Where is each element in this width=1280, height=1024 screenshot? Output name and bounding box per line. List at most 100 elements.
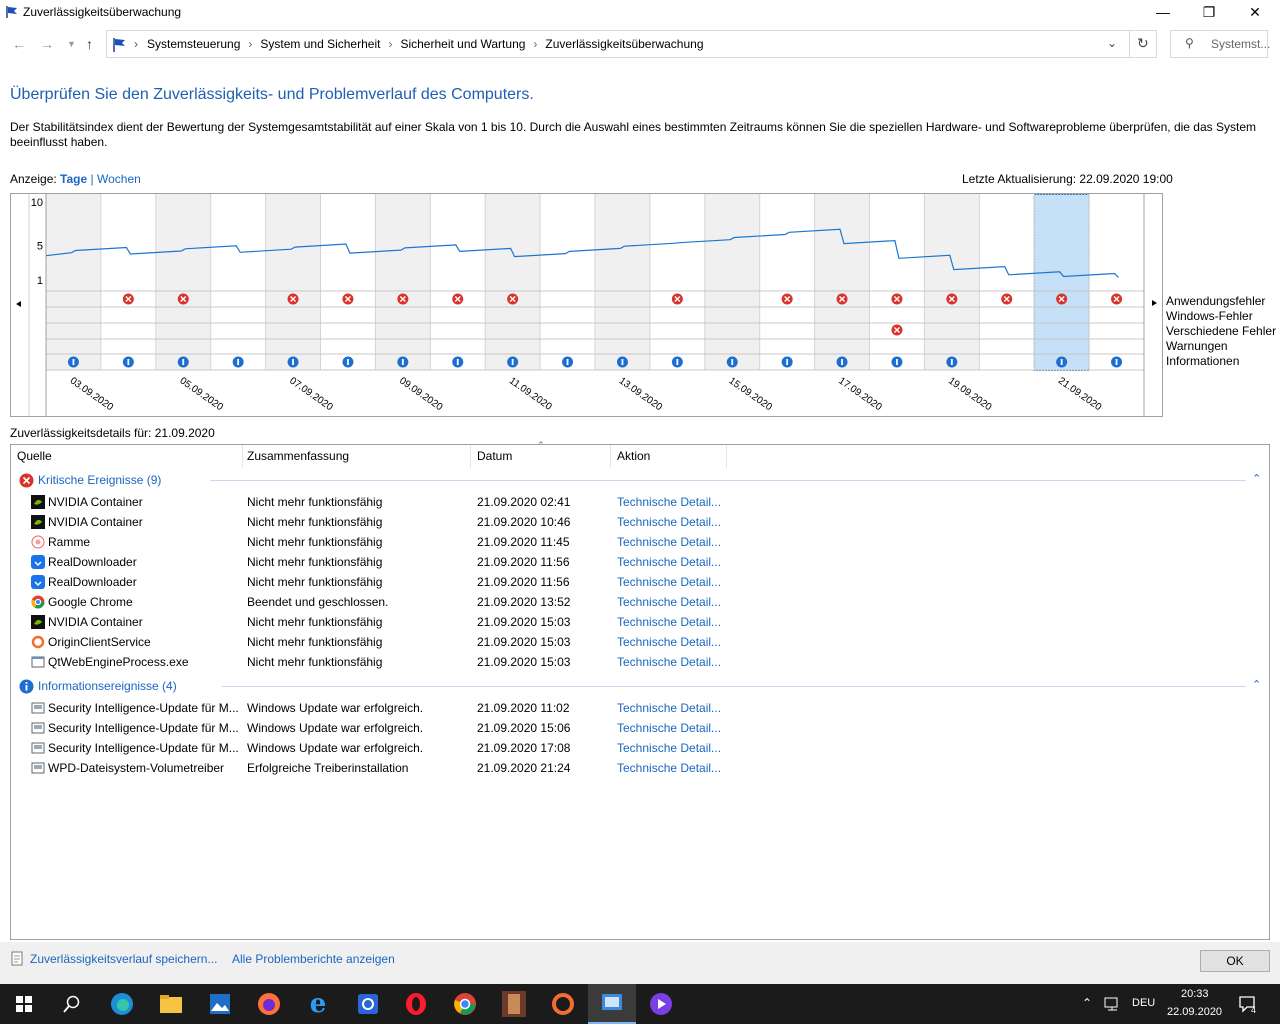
maximize-button[interactable]: ❐ xyxy=(1186,0,1232,24)
app-error-event-icon[interactable] xyxy=(1056,293,1068,305)
view-weeks-link[interactable]: Wochen xyxy=(97,172,141,186)
search-box[interactable]: ⚲ Systemst... xyxy=(1170,30,1270,58)
app-error-event-icon[interactable] xyxy=(946,293,958,305)
view-days-link[interactable]: Tage xyxy=(60,172,87,186)
all-problem-reports-link[interactable]: Alle Problemberichte anzeigen xyxy=(232,952,395,966)
collapse-group-icon[interactable]: ⌃ xyxy=(1252,472,1261,485)
taskbar-reliability-monitor[interactable] xyxy=(588,984,636,1024)
language-indicator[interactable]: DEU xyxy=(1132,997,1155,1009)
table-row[interactable]: NVIDIA Container Nicht mehr funktionsfähi… xyxy=(11,512,1269,532)
app-error-event-icon[interactable] xyxy=(122,293,134,305)
taskbar-photos[interactable] xyxy=(196,984,244,1024)
chart-day-column[interactable] xyxy=(485,194,541,370)
forward-icon[interactable]: → xyxy=(40,36,54,52)
table-row[interactable]: Security Intelligence-Update für M... Win… xyxy=(11,698,1269,718)
up-icon[interactable]: ↑ xyxy=(86,36,93,52)
info-event-icon[interactable] xyxy=(946,356,958,368)
info-event-icon[interactable] xyxy=(616,356,628,368)
taskbar-ie[interactable]: e xyxy=(294,984,342,1024)
row-action-link[interactable]: Technische Detail... xyxy=(617,575,727,589)
column-header-summary[interactable]: Zusammenfassung xyxy=(241,445,471,468)
table-row[interactable]: RealDownloader Nicht mehr funktionsfähig 2… xyxy=(11,572,1269,592)
minimize-button[interactable]: — xyxy=(1140,0,1186,24)
info-event-icon[interactable] xyxy=(122,356,134,368)
search-input[interactable]: Systemst... xyxy=(1211,37,1270,51)
info-event-icon[interactable] xyxy=(781,356,793,368)
chart-day-column[interactable] xyxy=(210,194,266,370)
row-action-link[interactable]: Technische Detail... xyxy=(617,595,727,609)
chart-day-column[interactable] xyxy=(1034,194,1090,370)
taskbar-app-blue[interactable] xyxy=(344,984,392,1024)
app-error-event-icon[interactable] xyxy=(342,293,354,305)
chart-day-column[interactable] xyxy=(320,194,376,370)
chart-day-column[interactable] xyxy=(649,194,705,370)
info-event-icon[interactable] xyxy=(562,356,574,368)
info-event-icon[interactable] xyxy=(1056,356,1068,368)
chart-day-column[interactable] xyxy=(1089,194,1144,370)
chart-day-column[interactable] xyxy=(375,194,431,370)
chart-day-column[interactable] xyxy=(430,194,486,370)
table-row[interactable]: QtWebEngineProcess.exe Nicht mehr funktio… xyxy=(11,652,1269,672)
breadcrumb-item[interactable]: Zuverlässigkeitsüberwachung xyxy=(545,37,703,51)
misc-error-event-icon[interactable] xyxy=(891,324,903,336)
chart-day-column[interactable] xyxy=(979,194,1035,370)
table-row[interactable]: Security Intelligence-Update für M... Win… xyxy=(11,738,1269,758)
app-error-event-icon[interactable] xyxy=(287,293,299,305)
start-button[interactable] xyxy=(0,984,48,1024)
recent-chevron-icon[interactable]: ▼ xyxy=(67,39,76,49)
app-error-event-icon[interactable] xyxy=(177,293,189,305)
info-event-icon[interactable] xyxy=(342,356,354,368)
chart-day-column[interactable] xyxy=(540,194,595,370)
table-row[interactable]: NVIDIA Container Nicht mehr funktionsfähi… xyxy=(11,612,1269,632)
row-action-link[interactable]: Technische Detail... xyxy=(617,495,727,509)
info-event-icon[interactable] xyxy=(836,356,848,368)
taskbar-search-button[interactable] xyxy=(48,984,96,1024)
breadcrumb-item[interactable]: System und Sicherheit xyxy=(260,37,380,51)
table-row[interactable]: Google Chrome Beendet und geschlossen. 21.… xyxy=(11,592,1269,612)
chart-day-column[interactable] xyxy=(814,194,870,370)
taskbar-chrome[interactable] xyxy=(441,984,489,1024)
column-header-source[interactable]: Quelle xyxy=(11,445,243,468)
app-error-event-icon[interactable] xyxy=(671,293,683,305)
breadcrumb-item[interactable]: Sicherheit und Wartung xyxy=(400,37,525,51)
chart-scroll-left-icon[interactable] xyxy=(16,301,21,307)
app-error-event-icon[interactable] xyxy=(507,293,519,305)
row-action-link[interactable]: Technische Detail... xyxy=(617,515,727,529)
info-event-icon[interactable] xyxy=(671,356,683,368)
collapse-group-icon[interactable]: ⌃ xyxy=(1252,678,1261,691)
info-event-icon[interactable] xyxy=(452,356,464,368)
chart-day-column[interactable] xyxy=(595,194,650,370)
tray-chevron-icon[interactable]: ⌃ xyxy=(1082,996,1092,1010)
app-error-event-icon[interactable] xyxy=(781,293,793,305)
chart-day-column[interactable] xyxy=(704,194,760,370)
info-event-icon[interactable] xyxy=(726,356,738,368)
info-event-icon[interactable] xyxy=(507,356,519,368)
app-error-event-icon[interactable] xyxy=(891,293,903,305)
taskbar-opera[interactable] xyxy=(392,984,440,1024)
row-action-link[interactable]: Technische Detail... xyxy=(617,761,727,775)
table-row[interactable]: Ramme Nicht mehr funktionsfähig 21.09.2020… xyxy=(11,532,1269,552)
chart-day-column[interactable] xyxy=(924,194,980,370)
info-event-icon[interactable] xyxy=(891,356,903,368)
row-action-link[interactable]: Technische Detail... xyxy=(617,615,727,629)
table-row[interactable]: Security Intelligence-Update für M... Win… xyxy=(11,718,1269,738)
chart-day-column[interactable] xyxy=(265,194,321,370)
table-group-header[interactable]: Informationsereignisse (4) xyxy=(19,677,177,695)
row-action-link[interactable]: Technische Detail... xyxy=(617,635,727,649)
taskbar-media[interactable] xyxy=(637,984,685,1024)
address-bar[interactable]: › Systemsteuerung › System und Sicherheit… xyxy=(106,30,1157,58)
app-error-event-icon[interactable] xyxy=(1111,293,1123,305)
app-error-event-icon[interactable] xyxy=(397,293,409,305)
app-error-event-icon[interactable] xyxy=(1001,293,1013,305)
info-event-icon[interactable] xyxy=(1111,356,1123,368)
column-header-action[interactable]: Aktion xyxy=(611,445,727,468)
taskbar-explorer[interactable] xyxy=(147,984,195,1024)
breadcrumb-item[interactable]: Systemsteuerung xyxy=(147,37,240,51)
network-icon[interactable] xyxy=(1104,996,1120,1012)
app-error-event-icon[interactable] xyxy=(836,293,848,305)
clock-date[interactable]: 22.09.2020 xyxy=(1167,1006,1222,1018)
taskbar-edge[interactable] xyxy=(98,984,146,1024)
table-row[interactable]: RealDownloader Nicht mehr funktionsfähig 2… xyxy=(11,552,1269,572)
row-action-link[interactable]: Technische Detail... xyxy=(617,701,727,715)
info-event-icon[interactable] xyxy=(177,356,189,368)
